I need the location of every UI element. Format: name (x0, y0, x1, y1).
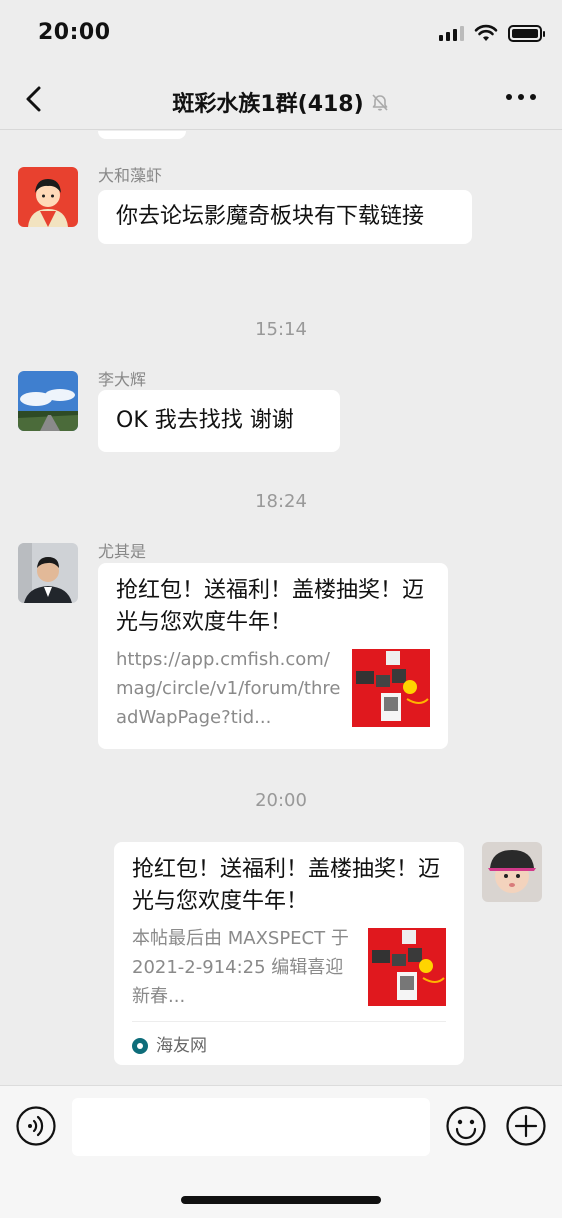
link-thumbnail (352, 649, 430, 727)
message-bubble[interactable]: 你去论坛影魔奇板块有下载链接 (98, 190, 472, 244)
message-text: OK 我去找找 谢谢 (116, 408, 294, 433)
sender-name: 尤其是 (98, 542, 147, 561)
link-description: 本帖最后由 MAXSPECT 于 2021-2-914:25 编辑喜迎新春... (132, 928, 349, 1007)
avatar[interactable] (18, 371, 78, 431)
avatar[interactable] (18, 543, 78, 603)
sender-name: 李大辉 (98, 370, 147, 389)
status-icons (439, 24, 545, 42)
avatar-self[interactable] (482, 842, 542, 902)
link-title: 抢红包！送福利！盖楼抽奖！迈光与您欢度牛年！ (116, 578, 425, 635)
avatar-child-icon (482, 842, 542, 902)
link-thumbnail (368, 928, 446, 1006)
home-indicator[interactable] (181, 1196, 381, 1204)
avatar-cartoon-icon (18, 167, 78, 227)
plus-icon[interactable] (506, 1106, 546, 1146)
status-bar: 20:00 (0, 0, 562, 68)
time-separator: 20:00 (255, 790, 307, 811)
message-input[interactable] (72, 1098, 430, 1156)
chat-title-bar: 斑彩水族1群(418) (0, 86, 562, 118)
link-card[interactable]: 抢红包！送福利！盖楼抽奖！迈光与您欢度牛年！ 本帖最后由 MAXSPECT 于 … (114, 842, 464, 1065)
avatar[interactable] (18, 167, 78, 227)
time-separator: 18:24 (255, 491, 307, 512)
battery-icon (508, 24, 545, 42)
time-separator: 15:14 (255, 319, 307, 340)
voice-icon[interactable] (16, 1106, 56, 1146)
message-list[interactable]: 大和藻虾 你去论坛影魔奇板块有下载链接 15:14 李大辉 OK 我去找找 谢谢… (0, 131, 562, 1085)
link-source: 海友网 (132, 1021, 446, 1062)
link-title: 抢红包！送福利！盖楼抽奖！迈光与您欢度牛年！ (132, 857, 441, 914)
status-time: 20:00 (38, 20, 111, 45)
chat-header: 斑彩水族1群(418) (0, 68, 562, 130)
avatar-person-icon (18, 543, 78, 603)
message-bubble-partial[interactable] (98, 131, 186, 139)
link-description: https://app.cmfish.com/mag/circle/v1/for… (116, 649, 341, 728)
source-icon (132, 1038, 148, 1054)
sender-name: 大和藻虾 (98, 166, 163, 185)
source-name: 海友网 (156, 1036, 207, 1056)
message-text: 你去论坛影魔奇板块有下载链接 (116, 204, 425, 229)
chat-title: 斑彩水族1群(418) (172, 92, 364, 117)
signal-icon (439, 25, 464, 41)
emoji-icon[interactable] (446, 1106, 486, 1146)
mute-icon (372, 94, 388, 111)
avatar-sky-icon (18, 371, 78, 431)
more-icon[interactable] (506, 94, 536, 100)
wifi-icon (474, 24, 498, 41)
link-card[interactable]: 抢红包！送福利！盖楼抽奖！迈光与您欢度牛年！ https://app.cmfis… (98, 563, 448, 749)
message-bubble[interactable]: OK 我去找找 谢谢 (98, 390, 340, 452)
